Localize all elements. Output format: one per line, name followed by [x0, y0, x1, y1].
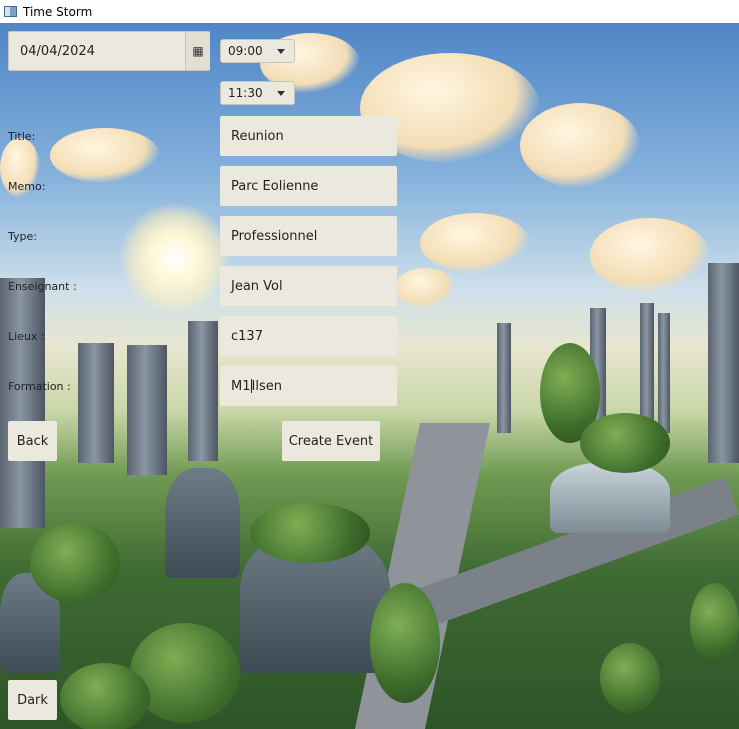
- teacher-input[interactable]: Jean Vol: [220, 266, 397, 306]
- place-input-value: c137: [231, 328, 263, 344]
- cloud: [50, 128, 160, 183]
- tree: [690, 583, 739, 663]
- cloud: [395, 268, 455, 308]
- cloud: [420, 213, 530, 273]
- tree: [60, 663, 150, 729]
- chevron-down-icon: [277, 91, 285, 96]
- memo-label: Memo:: [8, 180, 46, 193]
- chevron-down-icon: [277, 49, 285, 54]
- window-title: Time Storm: [23, 4, 93, 19]
- end-time-select[interactable]: 11:30: [220, 81, 295, 105]
- tree: [600, 643, 660, 713]
- title-input[interactable]: Reunion: [220, 116, 397, 156]
- building: [127, 345, 167, 475]
- building: [640, 303, 654, 433]
- calendar-button[interactable]: ▦: [185, 32, 210, 70]
- memo-input[interactable]: Parc Eolienne: [220, 166, 397, 206]
- building: [658, 313, 670, 433]
- end-time-value: 11:30: [228, 86, 263, 100]
- dark-mode-button[interactable]: Dark: [8, 680, 57, 720]
- app-window-icon: [4, 6, 17, 17]
- type-input[interactable]: Professionnel: [220, 216, 397, 256]
- formation-input-value-before-caret: M1: [231, 378, 251, 394]
- start-time-value: 09:00: [228, 44, 263, 58]
- date-picker-field[interactable]: 04/04/2024: [8, 31, 210, 71]
- sun: [120, 203, 230, 313]
- calendar-icon: ▦: [192, 44, 204, 58]
- green-building: [165, 468, 240, 578]
- memo-input-value: Parc Eolienne: [231, 178, 319, 194]
- title-input-value: Reunion: [231, 128, 284, 144]
- date-value: 04/04/2024: [20, 43, 95, 59]
- tree: [30, 523, 120, 603]
- cloud: [520, 103, 640, 188]
- formation-input[interactable]: M1 Ilsen: [220, 366, 397, 406]
- building: [188, 321, 218, 461]
- start-time-select[interactable]: 09:00: [220, 39, 295, 63]
- building: [78, 343, 114, 463]
- building: [0, 278, 45, 528]
- tree: [580, 413, 670, 473]
- title-label: Title:: [8, 130, 36, 143]
- type-input-value: Professionnel: [231, 228, 318, 244]
- formation-label: Formation :: [8, 380, 71, 393]
- type-label: Type:: [8, 230, 37, 243]
- create-event-button[interactable]: Create Event: [282, 421, 380, 461]
- back-button[interactable]: Back: [8, 421, 57, 461]
- cloud: [590, 218, 710, 293]
- formation-input-value-after-caret: Ilsen: [251, 378, 282, 394]
- building: [497, 323, 511, 433]
- dome-building: [550, 463, 670, 533]
- place-label: Lieux :: [8, 330, 45, 343]
- building: [708, 263, 739, 463]
- title-bar: Time Storm: [0, 0, 739, 23]
- tree: [370, 583, 440, 703]
- tree: [250, 503, 370, 563]
- teacher-label: Enseignant :: [8, 280, 77, 293]
- teacher-input-value: Jean Vol: [231, 278, 283, 294]
- place-input[interactable]: c137: [220, 316, 397, 356]
